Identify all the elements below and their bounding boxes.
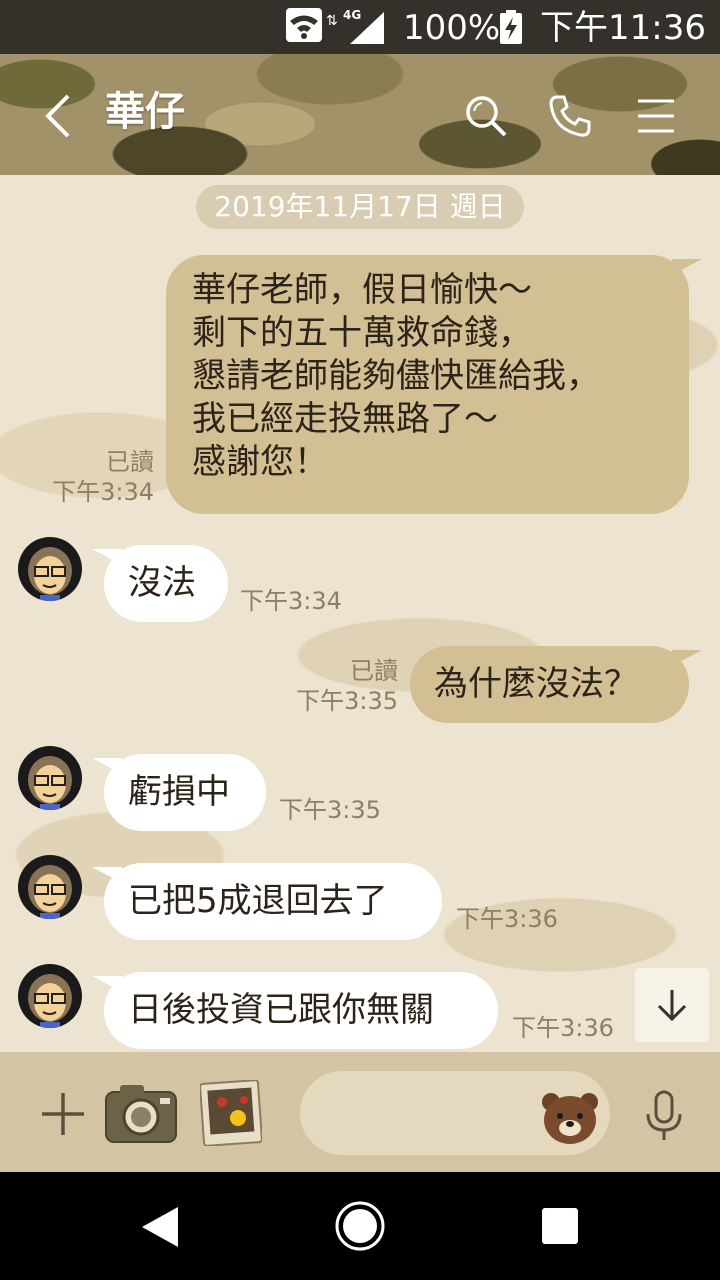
avatar-icon: [18, 855, 82, 919]
avatar[interactable]: [18, 746, 82, 810]
incoming-message-bubble[interactable]: 已把5成退回去了: [104, 863, 442, 940]
chat-header: 華仔: [0, 54, 720, 175]
plus-icon[interactable]: [40, 1091, 86, 1137]
read-receipt: 已讀: [350, 657, 398, 685]
microphone-icon[interactable]: [643, 1090, 685, 1142]
avatar-icon: [18, 964, 82, 1028]
message-text: 日後投資已跟你無關: [128, 990, 434, 1030]
input-bar: [0, 1052, 720, 1172]
phone-icon[interactable]: [548, 94, 592, 138]
outgoing-message-bubble[interactable]: 華仔老師，假日愉快～ 剩下的五十萬救命錢， 懇請老師能夠儘快匯給我， 我已經走投…: [166, 255, 689, 514]
nav-home-icon[interactable]: [334, 1200, 386, 1252]
battery-percentage: 100%: [403, 8, 501, 48]
signal-icon: [350, 12, 384, 44]
camera-icon[interactable]: [104, 1082, 178, 1144]
date-separator: 2019年11月17日 週日: [196, 185, 524, 229]
search-icon[interactable]: [464, 94, 508, 138]
message-time: 下午3:35: [279, 796, 381, 824]
avatar-icon: [18, 537, 82, 601]
photo-icon[interactable]: [200, 1080, 262, 1146]
message-time: 下午3:35: [296, 687, 398, 715]
incoming-message-bubble[interactable]: 虧損中: [104, 754, 266, 831]
chat-area[interactable]: 2019年11月17日 週日 華仔老師，假日愉快～ 剩下的五十萬救命錢， 懇請老…: [0, 175, 720, 1052]
message-text: 虧損中: [128, 772, 230, 812]
system-navigation-bar: [0, 1172, 720, 1280]
message-text: 沒法: [128, 563, 196, 603]
message-time: 下午3:34: [240, 587, 342, 615]
nav-back-icon[interactable]: [140, 1205, 180, 1249]
status-time: 下午11:36: [540, 8, 706, 48]
chat-title[interactable]: 華仔: [105, 88, 185, 136]
menu-icon[interactable]: [636, 98, 676, 134]
read-receipt: 已讀: [106, 448, 154, 476]
scroll-to-bottom-button[interactable]: [635, 968, 709, 1042]
message-text: 為什麼沒法？: [434, 664, 638, 704]
back-icon[interactable]: [44, 94, 72, 138]
avatar[interactable]: [18, 537, 82, 601]
status-bar: ⇅ 4G 100% 下午11:36: [0, 0, 720, 54]
message-text: 華仔老師，假日愉快～ 剩下的五十萬救命錢， 懇請老師能夠儘快匯給我， 我已經走投…: [192, 270, 600, 482]
incoming-message-bubble[interactable]: 沒法: [104, 545, 228, 622]
data-arrows-icon: ⇅: [326, 13, 338, 29]
message-time: 下午3:36: [456, 905, 558, 933]
outgoing-message-bubble[interactable]: 為什麼沒法？: [410, 646, 689, 723]
message-text: 已把5成退回去了: [128, 881, 388, 921]
avatar[interactable]: [18, 964, 82, 1028]
avatar-icon: [18, 746, 82, 810]
wifi-icon: [286, 8, 322, 42]
sticker-icon[interactable]: [541, 1090, 599, 1146]
bubble-tail: [672, 259, 702, 275]
avatar[interactable]: [18, 855, 82, 919]
battery-charging-icon: [500, 10, 522, 44]
message-time: 下午3:34: [52, 478, 154, 506]
incoming-message-bubble[interactable]: 日後投資已跟你無關: [104, 972, 498, 1049]
message-time: 下午3:36: [512, 1014, 614, 1042]
nav-recents-icon[interactable]: [542, 1208, 578, 1244]
arrow-down-icon: [657, 990, 687, 1022]
bubble-tail: [672, 650, 702, 666]
